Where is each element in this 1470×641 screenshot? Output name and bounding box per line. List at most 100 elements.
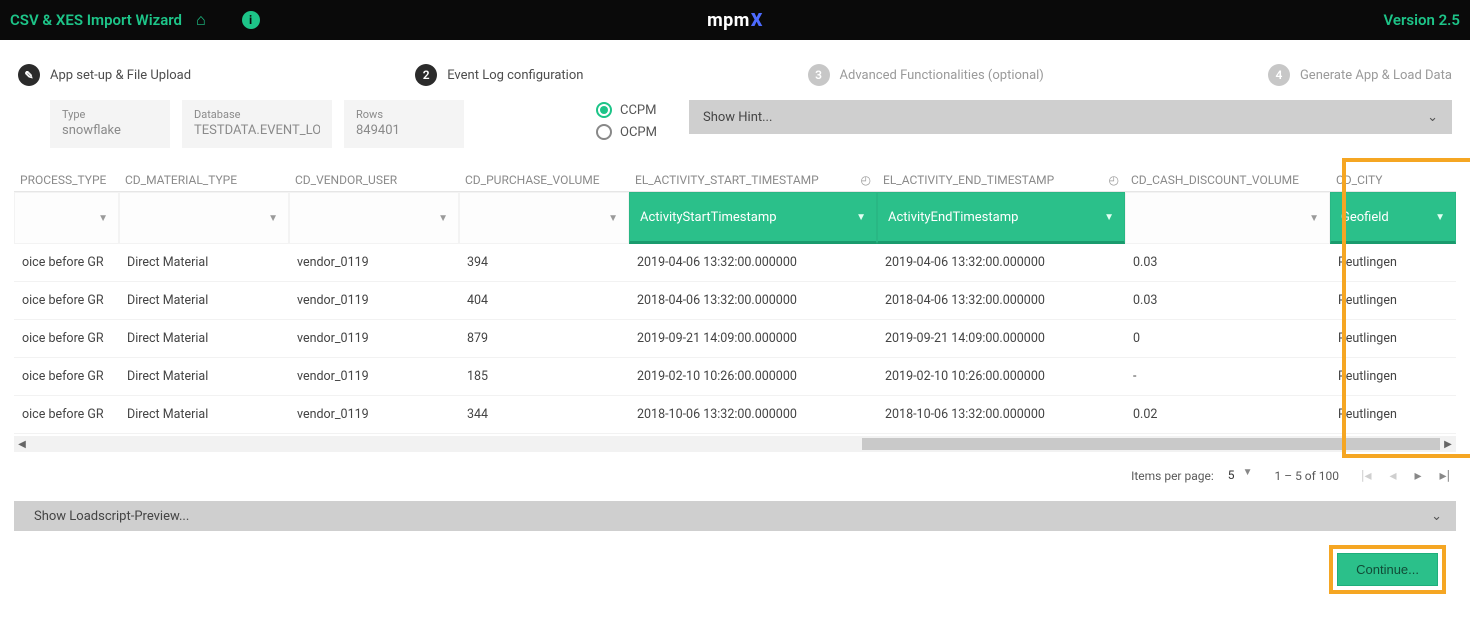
info-type-card: Type snowflake: [50, 100, 170, 148]
grid-body: oice before GRDirect Materialvendor_0119…: [14, 244, 1456, 434]
step-4-number: 4: [1268, 64, 1290, 86]
table-cell: -: [1125, 369, 1330, 384]
items-per-page-label: Items per page:: [1131, 469, 1214, 483]
scroll-track[interactable]: [30, 438, 1440, 450]
table-cell: oice before GR: [14, 293, 119, 308]
chevron-down-icon: ⌄: [1431, 509, 1442, 524]
mapping-select-1[interactable]: ▼: [119, 192, 289, 244]
continue-wrap: Continue...: [0, 531, 1470, 614]
home-icon[interactable]: ⌂: [196, 10, 206, 30]
col-header-4: EL_ACTIVITY_START_TIMESTAMP◴: [629, 173, 877, 191]
table-cell: Direct Material: [119, 255, 289, 270]
loadscript-preview-bar[interactable]: Show Loadscript-Preview... ⌄: [14, 501, 1456, 531]
table-cell: vendor_0119: [289, 407, 459, 422]
table-cell: vendor_0119: [289, 331, 459, 346]
chevron-down-icon: ⌄: [1427, 110, 1438, 125]
col-header-6: CD_CASH_DISCOUNT_VOLUME: [1125, 173, 1330, 191]
info-rows-value: 849401: [356, 123, 452, 138]
chevron-down-icon: ▼: [608, 213, 618, 224]
table-cell: 2018-10-06 13:32:00.000000: [629, 407, 877, 422]
col-header-0: PROCESS_TYPE: [14, 173, 119, 191]
table-cell: 0: [1125, 331, 1330, 346]
table-row: oice before GRDirect Materialvendor_0119…: [14, 320, 1456, 358]
info-icon[interactable]: i: [242, 11, 260, 29]
table-cell: Reutlingen: [1330, 331, 1456, 346]
radio-ccpm[interactable]: CCPM: [596, 102, 657, 118]
app-title: CSV & XES Import Wizard: [10, 11, 182, 29]
scroll-right-icon[interactable]: ▶: [1440, 439, 1456, 450]
table-row: oice before GRDirect Materialvendor_0119…: [14, 282, 1456, 320]
chevron-down-icon: ▼: [1435, 212, 1445, 223]
radio-ocpm-input[interactable]: [596, 124, 612, 140]
table-cell: oice before GR: [14, 407, 119, 422]
table-cell: 2019-09-21 14:09:00.000000: [629, 331, 877, 346]
step-4: 4 Generate App & Load Data: [1268, 64, 1452, 86]
continue-button[interactable]: Continue...: [1337, 553, 1438, 586]
table-row: oice before GRDirect Materialvendor_0119…: [14, 244, 1456, 282]
items-per-page-select[interactable]: 5 ▼: [1222, 466, 1253, 485]
info-database-value: TESTDATA.EVENT_LOGS.: [194, 123, 320, 138]
mapping-select-5[interactable]: ActivityEndTimestamp▼: [877, 192, 1125, 244]
show-hint-bar[interactable]: Show Hint... ⌄: [689, 100, 1452, 134]
radio-ocpm[interactable]: OCPM: [596, 124, 657, 140]
mapping-select-6[interactable]: ▼: [1125, 192, 1330, 244]
step-3-label: Advanced Functionalities (optional): [840, 68, 1044, 83]
table-cell: vendor_0119: [289, 255, 459, 270]
grid-header-row: PROCESS_TYPE CD_MATERIAL_TYPE CD_VENDOR_…: [14, 166, 1456, 192]
table-cell: 2019-02-10 10:26:00.000000: [877, 369, 1125, 384]
table-cell: 0.03: [1125, 293, 1330, 308]
table-cell: 185: [459, 369, 629, 384]
mapping-select-7[interactable]: Geofield▼: [1330, 192, 1456, 244]
wizard-stepper: 1 App set-up & File Upload 2 Event Log c…: [0, 40, 1470, 100]
table-cell: Reutlingen: [1330, 407, 1456, 422]
mapping-select-2[interactable]: ▼: [289, 192, 459, 244]
table-cell: Direct Material: [119, 407, 289, 422]
col-header-5: EL_ACTIVITY_END_TIMESTAMP◴: [877, 173, 1125, 191]
step-3-number: 3: [808, 64, 830, 86]
top-bar: CSV & XES Import Wizard ⌂ i mpmX Version…: [0, 0, 1470, 40]
horizontal-scrollbar[interactable]: ◀ ▶: [14, 436, 1456, 452]
table-cell: Direct Material: [119, 331, 289, 346]
next-page-icon[interactable]: ▸: [1415, 468, 1422, 484]
pm-mode-radio-group: CCPM OCPM: [596, 100, 657, 146]
col-header-3: CD_PURCHASE_VOLUME: [459, 173, 629, 191]
mapping-select-0[interactable]: ▼: [14, 192, 119, 244]
table-cell: oice before GR: [14, 369, 119, 384]
table-cell: 0.03: [1125, 255, 1330, 270]
show-hint-label: Show Hint...: [703, 110, 772, 125]
chevron-down-icon: ▼: [1309, 213, 1319, 224]
chevron-down-icon: ▼: [1104, 212, 1114, 223]
clock-icon: ◴: [1109, 173, 1119, 187]
chevron-down-icon: ▼: [856, 212, 866, 223]
brand-logo: mpmX: [707, 10, 763, 31]
loadscript-preview-label: Show Loadscript-Preview...: [34, 509, 189, 524]
table-row: oice before GRDirect Materialvendor_0119…: [14, 358, 1456, 396]
info-type-label: Type: [62, 108, 158, 121]
table-cell: 879: [459, 331, 629, 346]
info-rows-card: Rows 849401: [344, 100, 464, 148]
chevron-down-icon: ▼: [438, 213, 448, 224]
last-page-icon[interactable]: ▸|: [1440, 468, 1450, 484]
col-header-7: CD_CITY: [1330, 173, 1456, 191]
highlight-continue: Continue...: [1329, 545, 1446, 594]
table-cell: 404: [459, 293, 629, 308]
chevron-down-icon: ▼: [98, 213, 108, 224]
first-page-icon[interactable]: |◂: [1361, 468, 1371, 484]
radio-ccpm-input[interactable]: [596, 102, 612, 118]
scroll-thumb[interactable]: [862, 438, 1440, 450]
step-1[interactable]: 1 App set-up & File Upload: [18, 64, 191, 86]
step-2[interactable]: 2 Event Log configuration: [415, 64, 583, 86]
info-database-label: Database: [194, 108, 320, 121]
table-cell: 2019-04-06 13:32:00.000000: [629, 255, 877, 270]
items-per-page: Items per page: 5 ▼: [1131, 466, 1252, 485]
step-3: 3 Advanced Functionalities (optional): [808, 64, 1044, 86]
step-1-number: 1: [18, 64, 40, 86]
table-cell: vendor_0119: [289, 293, 459, 308]
radio-ccpm-label: CCPM: [620, 103, 656, 118]
table-cell: 394: [459, 255, 629, 270]
scroll-left-icon[interactable]: ◀: [14, 439, 30, 450]
prev-page-icon[interactable]: ◂: [1389, 468, 1396, 484]
mapping-select-3[interactable]: ▼: [459, 192, 629, 244]
info-type-value: snowflake: [62, 123, 158, 138]
mapping-select-4[interactable]: ActivityStartTimestamp▼: [629, 192, 877, 244]
